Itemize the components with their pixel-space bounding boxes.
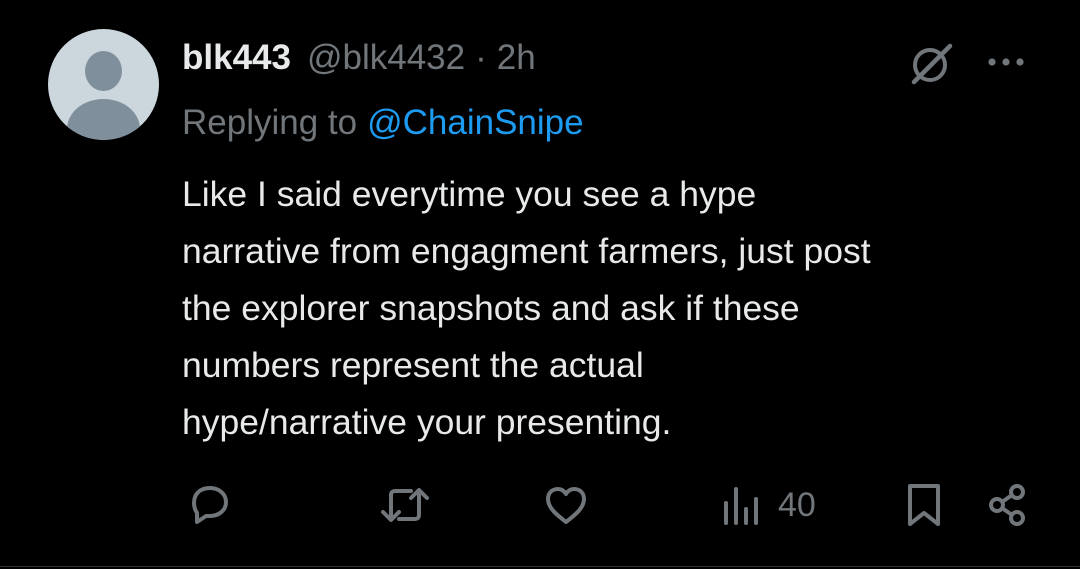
grok-icon[interactable] [906,38,956,88]
bookmark-button[interactable] [902,480,946,530]
reply-button[interactable] [186,480,234,530]
reply-icon [192,486,228,524]
tweet[interactable]: blk443 @blk4432 · 2h Replying to @ChainSn… [0,0,1080,569]
tweet-header: blk443 @blk4432 · 2h [182,36,536,80]
display-name[interactable]: blk443 [182,36,291,80]
reply-mention-link[interactable]: @ChainSnipe [367,103,584,142]
views-count: 40 [778,486,816,524]
separator-dot: · [475,38,487,77]
replying-to-line: Replying to @ChainSnipe [182,101,584,145]
replying-to-label: Replying to [182,103,358,142]
avatar-head-shape [85,51,122,91]
retweet-button[interactable] [379,480,431,530]
bottom-divider [0,566,1080,567]
share-icon [989,484,1025,526]
avatar[interactable] [48,29,159,140]
views-chart-icon [724,487,758,525]
more-options-icon[interactable] [982,42,1030,82]
views-button[interactable]: 40 [720,480,816,530]
timestamp[interactable]: 2h [497,36,536,80]
share-button[interactable] [984,480,1032,530]
heart-icon [546,487,586,524]
user-handle[interactable]: @blk4432 [307,36,465,80]
bookmark-icon [908,484,940,526]
avatar-body-shape [67,99,140,140]
tweet-text: Like I said everytime you see a hype nar… [182,174,871,442]
like-button[interactable] [542,480,590,530]
retweet-icon [381,488,429,522]
